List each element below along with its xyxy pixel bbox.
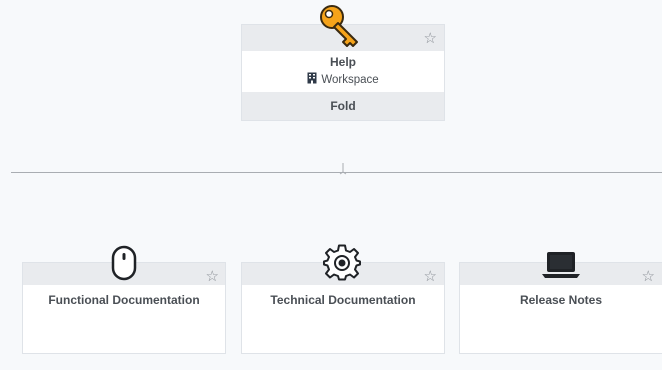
connector-notch bbox=[337, 162, 349, 180]
card-title: Functional Documentation bbox=[48, 293, 200, 307]
star-icon[interactable]: ☆ bbox=[424, 269, 437, 284]
star-icon[interactable]: ☆ bbox=[424, 31, 437, 46]
mouse-icon bbox=[109, 245, 139, 281]
star-icon[interactable]: ☆ bbox=[206, 269, 219, 284]
card-subtitle: Workspace bbox=[242, 72, 444, 87]
org-chart-canvas: ☆ Help Workspace Fold ☆ Functional Docum… bbox=[0, 0, 662, 370]
laptop-icon bbox=[541, 250, 581, 280]
card-title: Help bbox=[329, 55, 356, 69]
key-icon bbox=[319, 4, 365, 50]
star-icon[interactable]: ☆ bbox=[642, 269, 655, 284]
workspace-label: Workspace bbox=[321, 73, 379, 86]
card-title: Technical Documentation bbox=[270, 293, 416, 307]
card-title: Release Notes bbox=[519, 293, 603, 307]
building-icon bbox=[307, 72, 317, 87]
fold-button[interactable]: Fold bbox=[242, 92, 444, 120]
gear-icon bbox=[323, 244, 361, 282]
